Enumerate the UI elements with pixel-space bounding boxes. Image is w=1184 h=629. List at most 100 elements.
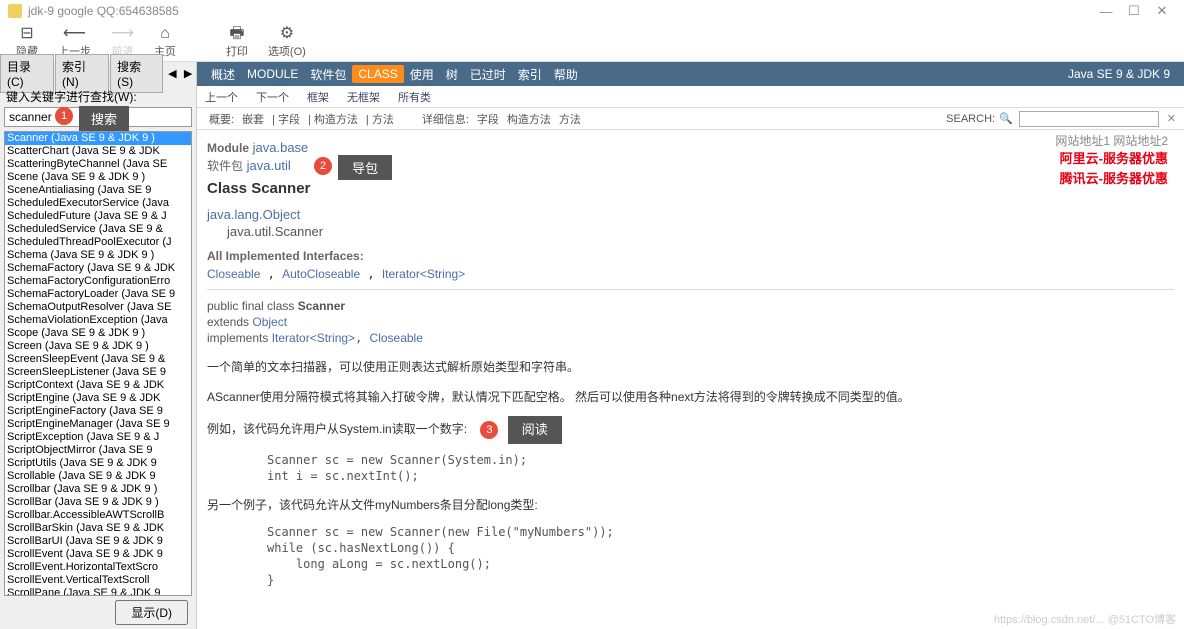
- summary-field[interactable]: | 字段: [272, 111, 300, 127]
- title-bar: jdk-9 google QQ:654638585 — ☐ ✕: [0, 0, 1184, 22]
- summary-nested[interactable]: 嵌套: [242, 111, 264, 127]
- list-item[interactable]: ScriptObjectMirror (Java SE 9: [5, 444, 191, 457]
- nav-overview[interactable]: 概述: [205, 66, 241, 83]
- list-item[interactable]: SceneAntialiasing (Java SE 9: [5, 184, 191, 197]
- list-item[interactable]: Schema (Java SE 9 & JDK 9 ): [5, 249, 191, 262]
- sidebar: 目录(C) 索引(N) 搜索(S) ◀ ▶ 键入关键字进行查找(W): 1 搜索…: [0, 62, 197, 629]
- impl-iterator[interactable]: Iterator<String>: [382, 267, 465, 281]
- nav-module[interactable]: MODULE: [241, 67, 304, 81]
- doc-search-input[interactable]: [1019, 111, 1159, 127]
- main-toolbar: ⊟隐藏 ⟵上一步 ⟶前进 ⌂主页 🖶打印 ⚙选项(O): [0, 22, 1184, 62]
- allclasses-link[interactable]: 所有类: [398, 89, 431, 105]
- list-item[interactable]: ScrollBarUI (Java SE 9 & JDK 9: [5, 535, 191, 548]
- prev-link[interactable]: 上一个: [205, 89, 238, 105]
- maximize-icon[interactable]: ☐: [1120, 3, 1148, 19]
- annotation-badge-1: 1: [55, 107, 73, 125]
- list-item[interactable]: ScreenSleepEvent (Java SE 9 &: [5, 353, 191, 366]
- print-button[interactable]: 🖶打印: [226, 25, 248, 59]
- package-label: 软件包: [207, 159, 243, 173]
- detail-label: 详细信息:: [422, 111, 469, 127]
- detail-constr[interactable]: 构造方法: [507, 111, 551, 127]
- summary-method[interactable]: | 方法: [366, 111, 394, 127]
- detail-method[interactable]: 方法: [559, 111, 581, 127]
- list-item[interactable]: SchemaOutputResolver (Java SE: [5, 301, 191, 314]
- nav-index[interactable]: 索引: [512, 66, 548, 83]
- search-label: SEARCH:: [946, 113, 995, 125]
- list-item[interactable]: Scene (Java SE 9 & JDK 9 ): [5, 171, 191, 184]
- summary-label: 概要:: [209, 111, 234, 127]
- list-item[interactable]: Scanner (Java SE 9 & JDK 9 ): [5, 132, 191, 145]
- list-item[interactable]: ScreenSleepListener (Java SE 9: [5, 366, 191, 379]
- list-item[interactable]: ScatteringByteChannel (Java SE: [5, 158, 191, 171]
- app-icon: [8, 4, 22, 18]
- next-link[interactable]: 下一个: [256, 89, 289, 105]
- list-item[interactable]: ScriptEngineManager (Java SE 9: [5, 418, 191, 431]
- paragraph-4: 另一个例子，该代码允许从文件myNumbers条目分配long类型:: [207, 494, 1174, 516]
- nav-package[interactable]: 软件包: [304, 66, 352, 83]
- list-item[interactable]: Screen (Java SE 9 & JDK 9 ): [5, 340, 191, 353]
- list-item[interactable]: ScrollPane (Java SE 9 & JDK 9: [5, 587, 191, 596]
- nav-deprecated[interactable]: 已过时: [464, 66, 512, 83]
- detail-field[interactable]: 字段: [477, 111, 499, 127]
- code-block-1: Scanner sc = new Scanner(System.in); int…: [207, 452, 1174, 484]
- annotation-1: 搜索: [79, 106, 129, 131]
- display-button[interactable]: 显示(D): [115, 600, 188, 625]
- annotation-badge-2: 2: [314, 157, 332, 175]
- list-item[interactable]: ScriptUtils (Java SE 9 & JDK 9: [5, 457, 191, 470]
- list-item[interactable]: Scrollbar (Java SE 9 & JDK 9 ): [5, 483, 191, 496]
- site-links[interactable]: 网站地址1 网站地址2: [1055, 132, 1168, 149]
- options-button[interactable]: ⚙选项(O): [268, 25, 306, 59]
- minimize-icon[interactable]: —: [1092, 4, 1120, 19]
- clear-search-icon[interactable]: ✕: [1167, 112, 1176, 125]
- list-item[interactable]: ScheduledFuture (Java SE 9 & J: [5, 210, 191, 223]
- hide-icon: ⊟: [20, 25, 33, 43]
- impl-closeable[interactable]: Closeable: [207, 267, 260, 281]
- list-item[interactable]: ScrollBarSkin (Java SE 9 & JDK: [5, 522, 191, 535]
- list-item[interactable]: ScriptContext (Java SE 9 & JDK: [5, 379, 191, 392]
- forward-icon: ⟶: [111, 25, 134, 43]
- list-item[interactable]: SchemaViolationException (Java: [5, 314, 191, 327]
- sub-nav-2: 概要: 嵌套 | 字段 | 构造方法 | 方法 详细信息: 字段 构造方法 方法…: [197, 108, 1184, 130]
- list-item[interactable]: ScheduledThreadPoolExecutor (J: [5, 236, 191, 249]
- noframes-link[interactable]: 无框架: [347, 89, 380, 105]
- result-list[interactable]: Scanner (Java SE 9 & JDK 9 )ScatterChart…: [4, 131, 192, 596]
- list-item[interactable]: ScheduledService (Java SE 9 &: [5, 223, 191, 236]
- back-icon: ⟵: [63, 25, 86, 43]
- frames-link[interactable]: 框架: [307, 89, 329, 105]
- list-item[interactable]: Scope (Java SE 9 & JDK 9 ): [5, 327, 191, 340]
- list-item[interactable]: ScriptEngineFactory (Java SE 9: [5, 405, 191, 418]
- list-item[interactable]: SchemaFactoryLoader (Java SE 9: [5, 288, 191, 301]
- list-item[interactable]: Scrollbar.AccessibleAWTScrollB: [5, 509, 191, 522]
- list-item[interactable]: ScrollBar (Java SE 9 & JDK 9 ): [5, 496, 191, 509]
- nav-use[interactable]: 使用: [404, 66, 440, 83]
- list-item[interactable]: Scrollable (Java SE 9 & JDK 9: [5, 470, 191, 483]
- list-item[interactable]: ScrollEvent.HorizontalTextScro: [5, 561, 191, 574]
- nav-tree[interactable]: 树: [440, 66, 464, 83]
- nav-version: Java SE 9 & JDK 9: [1062, 67, 1176, 81]
- close-icon[interactable]: ✕: [1148, 3, 1176, 19]
- search-label: 键入关键字进行查找(W):: [0, 84, 196, 107]
- tab-prev-icon[interactable]: ◀: [164, 67, 180, 80]
- list-item[interactable]: SchemaFactoryConfigurationErro: [5, 275, 191, 288]
- class-signature: public final class Scanner extends Objec…: [207, 298, 1174, 346]
- list-item[interactable]: ScatterChart (Java SE 9 & JDK: [5, 145, 191, 158]
- tab-next-icon[interactable]: ▶: [180, 67, 196, 80]
- list-item[interactable]: ScrollEvent.VerticalTextScroll: [5, 574, 191, 587]
- inherit-object[interactable]: java.lang.Object: [207, 207, 300, 222]
- impl-autocloseable[interactable]: AutoCloseable: [282, 267, 360, 281]
- list-item[interactable]: ScrollEvent (Java SE 9 & JDK 9: [5, 548, 191, 561]
- list-item[interactable]: SchemaFactory (Java SE 9 & JDK: [5, 262, 191, 275]
- paragraph-1: 一个简单的文本扫描器，可以使用正则表达式解析原始类型和字符串。: [207, 356, 1174, 378]
- top-nav: 概述 MODULE 软件包 CLASS 使用 树 已过时 索引 帮助 Java …: [197, 62, 1184, 86]
- list-item[interactable]: ScriptException (Java SE 9 & J: [5, 431, 191, 444]
- main-pane: 概述 MODULE 软件包 CLASS 使用 树 已过时 索引 帮助 Java …: [197, 62, 1184, 629]
- nav-help[interactable]: 帮助: [548, 66, 584, 83]
- module-link[interactable]: java.base: [253, 140, 309, 155]
- print-icon: 🖶: [229, 25, 244, 43]
- summary-constr[interactable]: | 构造方法: [308, 111, 358, 127]
- package-link[interactable]: java.util: [247, 158, 291, 173]
- list-item[interactable]: ScriptEngine (Java SE 9 & JDK: [5, 392, 191, 405]
- code-block-2: Scanner sc = new Scanner(new File("myNum…: [207, 524, 1174, 588]
- list-item[interactable]: ScheduledExecutorService (Java: [5, 197, 191, 210]
- nav-class[interactable]: CLASS: [352, 65, 403, 83]
